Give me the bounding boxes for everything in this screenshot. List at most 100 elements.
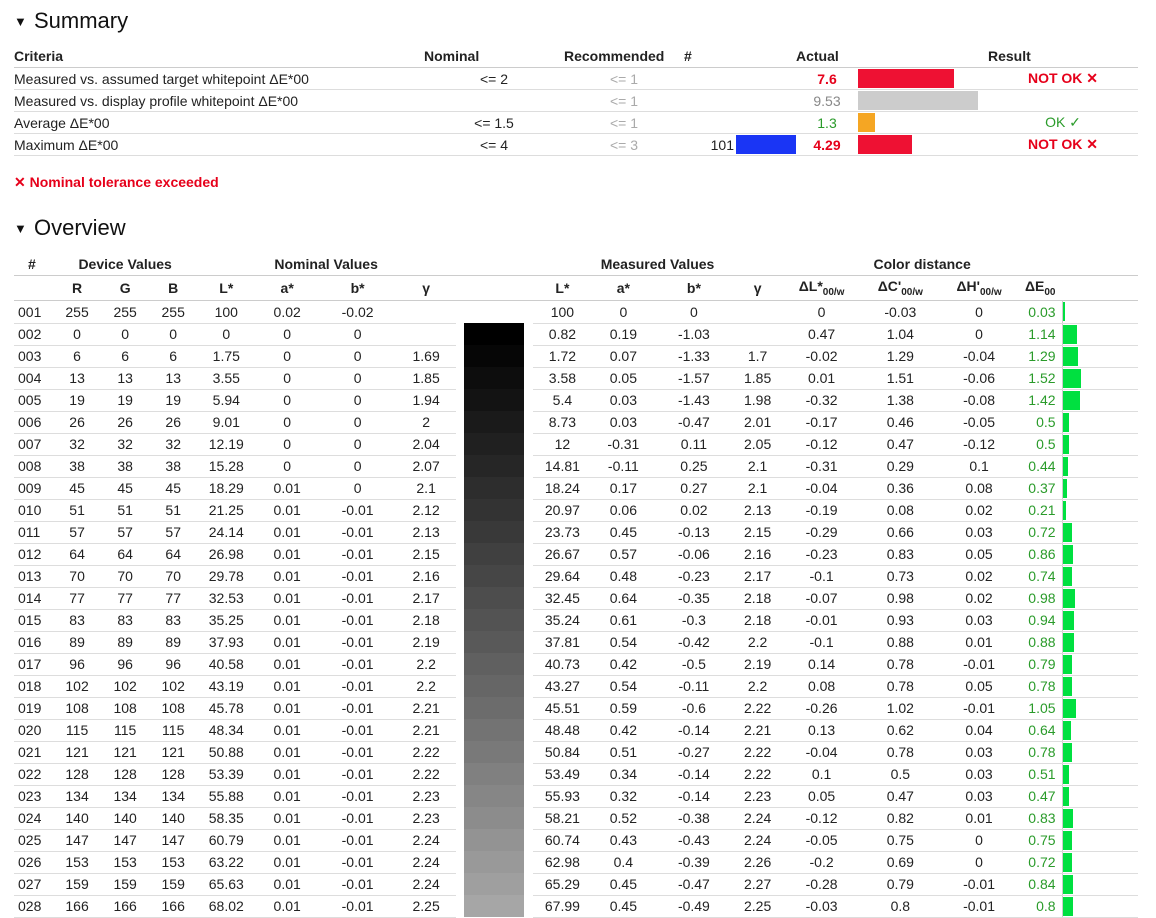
delta-e-bar xyxy=(1062,588,1075,608)
color-swatch xyxy=(464,851,525,873)
cell-b: 26 xyxy=(149,411,197,434)
table-row: 002 0 0 0 0 0 0 0.82 0.19 -1.03 0.47 1.04 0 1.14 xyxy=(14,323,1138,346)
cell-mb: -0.06 xyxy=(654,543,734,566)
cell-b: -0.01 xyxy=(318,697,397,720)
table-row: 007 32 32 32 12.19 0 0 2.04 12 -0.31 0.11 2.05 -0.12… xyxy=(14,433,1138,456)
cell-dh: 0.01 xyxy=(939,807,1019,830)
cell-mg: 2.23 xyxy=(733,785,783,808)
nominal-cell xyxy=(424,89,564,112)
cell-ma: 0.48 xyxy=(591,565,655,588)
cell-a: 0.01 xyxy=(255,565,319,588)
color-swatch-cell xyxy=(456,829,533,851)
cell-b: -0.01 xyxy=(318,829,397,852)
cell-dc: 0.46 xyxy=(860,411,940,434)
cell-dl: -0.28 xyxy=(782,873,861,896)
table-row: 023 134 134 134 55.88 0.01 -0.01 2.23 55.93 0.32-… xyxy=(14,785,1138,808)
delta-e-bar xyxy=(1062,500,1066,520)
cell-a: 0.01 xyxy=(255,741,319,764)
cell-ml: 53.49 xyxy=(532,763,592,786)
table-row: 013 70 70 70 29.78 0.01 -0.01 2.16 29.64 0.48 -0.2… xyxy=(14,565,1138,588)
delta-e-cell: 0.86 xyxy=(1018,543,1063,566)
sample-swatch-cell xyxy=(734,67,796,90)
cell-ml: 50.84 xyxy=(532,741,592,764)
table-row: 010 51 51 51 21.25 0.01 -0.01 2.12 20.97 0.06 0.02… xyxy=(14,499,1138,522)
cell-g: 89 xyxy=(100,631,150,654)
g-header: G xyxy=(100,275,150,301)
cell-g: 147 xyxy=(100,829,150,852)
cell-l: 55.88 xyxy=(196,785,256,808)
cell-mb: -1.57 xyxy=(654,367,734,390)
cell-r: 166 xyxy=(53,895,101,918)
sample-number-cell: 101 xyxy=(684,133,734,156)
cell-mg: 2.01 xyxy=(733,411,783,434)
cell-ml: 37.81 xyxy=(532,631,592,654)
color-swatch xyxy=(464,411,525,433)
cell-a: 0.01 xyxy=(255,851,319,874)
bar-header xyxy=(858,45,988,68)
cell-b: 6 xyxy=(149,345,197,368)
cell-g: 13 xyxy=(100,367,150,390)
row-index: 001 xyxy=(14,300,54,324)
cell-l: 43.19 xyxy=(196,675,256,698)
sample-number-cell xyxy=(684,89,734,112)
delta-e-bar-cell xyxy=(1061,323,1138,346)
cell-l: 45.78 xyxy=(196,697,256,720)
row-index: 002 xyxy=(14,323,54,346)
cell-mg: 1.7 xyxy=(733,345,783,368)
cell-r: 102 xyxy=(53,675,101,698)
cell-g: 121 xyxy=(100,741,150,764)
actual-bar xyxy=(858,91,978,110)
cell-a: 0 xyxy=(255,389,319,412)
cell-dh: 0.03 xyxy=(939,609,1019,632)
cell-l: 26.98 xyxy=(196,543,256,566)
table-row: 025 147 147 147 60.79 0.01 -0.01 2.24 60.74 0.43-… xyxy=(14,829,1138,852)
delta-e-cell: 0.75 xyxy=(1018,829,1063,852)
cell-a: 0.01 xyxy=(255,653,319,676)
cell-ma: 0.61 xyxy=(591,609,655,632)
summary-section-toggle[interactable]: ▼ Summary xyxy=(14,8,128,34)
cell-mg: 1.85 xyxy=(733,367,783,390)
delta-e-bar xyxy=(1062,720,1071,740)
delta-e-cell: 0.84 xyxy=(1018,873,1063,896)
color-swatch-cell xyxy=(456,477,533,499)
delta-e-bar-cell xyxy=(1061,587,1138,610)
row-index: 011 xyxy=(14,521,54,544)
cell-ma: 0.42 xyxy=(591,719,655,742)
cell-g: 26 xyxy=(100,411,150,434)
cell-dc: 0.69 xyxy=(860,851,940,874)
color-swatch-cell xyxy=(456,433,533,455)
cell-g: 115 xyxy=(100,719,150,742)
cell-mb: -0.49 xyxy=(654,895,734,918)
cell-g: 255 xyxy=(100,300,150,324)
color-swatch-cell xyxy=(456,631,533,653)
cell-dl: 0.13 xyxy=(782,719,861,742)
overview-section-toggle[interactable]: ▼ Overview xyxy=(14,215,126,241)
table-row: 014 77 77 77 32.53 0.01 -0.01 2.17 32.45 0.64 -0.3… xyxy=(14,587,1138,610)
cell-l: 50.88 xyxy=(196,741,256,764)
cell-dc: 0.47 xyxy=(860,433,940,456)
cell-ma: 0.34 xyxy=(591,763,655,786)
cell-dh: -0.01 xyxy=(939,697,1019,720)
delta-e-cell: 0.03 xyxy=(1018,300,1063,324)
delta-e-bar xyxy=(1062,346,1078,366)
delta-e-bar xyxy=(1062,764,1069,784)
cell-dc: 0.66 xyxy=(860,521,940,544)
delta-c-header: ΔC'00/w xyxy=(860,275,940,301)
cell-g: 2.19 xyxy=(396,631,456,654)
cell-mg: 2.22 xyxy=(733,741,783,764)
cell-dl: -0.23 xyxy=(782,543,861,566)
cell-a: 0 xyxy=(255,411,319,434)
cell-dl: -0.19 xyxy=(782,499,861,522)
cell-dl: 0 xyxy=(782,300,861,324)
cell-mb: -0.42 xyxy=(654,631,734,654)
cell-ma: 0.43 xyxy=(591,829,655,852)
cell-g: 57 xyxy=(100,521,150,544)
color-swatch xyxy=(464,565,525,587)
cell-b: 0 xyxy=(318,455,397,478)
cell-ma: 0.51 xyxy=(591,741,655,764)
cell-ma: 0.42 xyxy=(591,653,655,676)
cell-b: 0 xyxy=(318,433,397,456)
cell-b: 0 xyxy=(318,477,397,500)
cell-dh: -0.01 xyxy=(939,873,1019,896)
cell-mg: 2.13 xyxy=(733,499,783,522)
